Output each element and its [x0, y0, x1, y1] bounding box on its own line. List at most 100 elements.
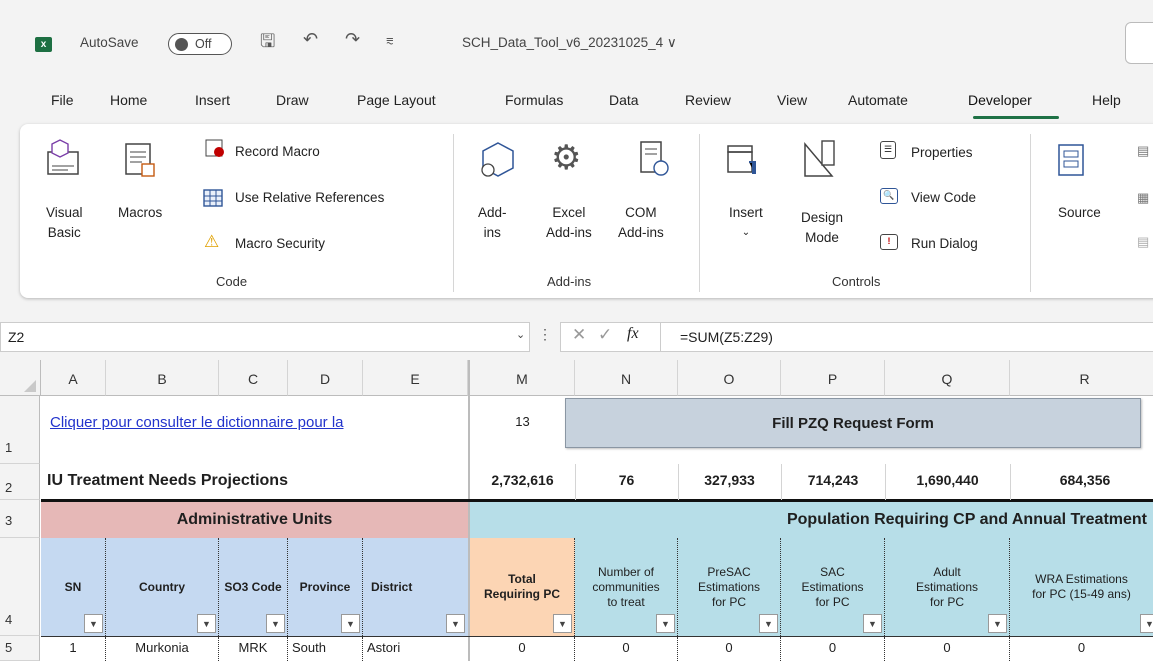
column-header-d[interactable]: D: [288, 360, 363, 396]
tab-view[interactable]: View: [777, 92, 807, 108]
total-q2[interactable]: 1,690,440: [885, 472, 1010, 488]
total-r2[interactable]: 684,356: [1010, 472, 1153, 488]
tab-developer[interactable]: Developer: [968, 92, 1032, 108]
filter-dropdown-d[interactable]: ▼: [341, 614, 360, 633]
map-properties-icon[interactable]: ▤: [1137, 143, 1149, 159]
file-name[interactable]: SCH_Data_Tool_v6_20231025_4 ∨: [462, 35, 677, 51]
cell-m5[interactable]: 0: [470, 637, 575, 661]
total-n2[interactable]: 76: [575, 472, 678, 488]
total-o2[interactable]: 327,933: [678, 472, 781, 488]
cell-m1[interactable]: 13: [470, 414, 575, 429]
expansion-packs-icon[interactable]: ▦: [1137, 190, 1149, 206]
filter-dropdown-b[interactable]: ▼: [197, 614, 216, 633]
row-header-2[interactable]: 2: [0, 464, 40, 500]
filter-dropdown-a[interactable]: ▼: [84, 614, 103, 633]
filter-dropdown-p[interactable]: ▼: [863, 614, 882, 633]
filter-dropdown-q[interactable]: ▼: [988, 614, 1007, 633]
filter-dropdown-e[interactable]: ▼: [446, 614, 465, 633]
relative-references-icon: [203, 189, 223, 207]
visual-basic-button[interactable]: Visual Basic: [46, 203, 83, 243]
tab-formulas[interactable]: Formulas: [505, 92, 563, 108]
com-add-ins-button[interactable]: COM Add-ins: [618, 203, 664, 243]
column-header-n[interactable]: N: [575, 360, 678, 396]
search-box[interactable]: [1125, 22, 1153, 64]
run-dialog-button[interactable]: Run Dialog: [911, 234, 978, 254]
com-add-ins-label-1: COM: [625, 205, 657, 220]
undo-icon[interactable]: ↶: [303, 29, 318, 50]
tab-data[interactable]: Data: [609, 92, 639, 108]
name-box[interactable]: [0, 322, 530, 352]
column-header-b[interactable]: B: [106, 360, 219, 396]
source-icon: [1058, 144, 1084, 176]
sheet-title: IU Treatment Needs Projections: [47, 472, 288, 489]
cell-a5[interactable]: 1: [41, 637, 106, 661]
cell-q5[interactable]: 0: [885, 637, 1010, 661]
filter-dropdown-n[interactable]: ▼: [656, 614, 675, 633]
macros-button[interactable]: Macros: [118, 203, 162, 223]
active-tab-indicator: [973, 116, 1059, 119]
design-mode-button[interactable]: Design Mode: [801, 208, 843, 248]
more-options-icon[interactable]: ⋮: [538, 326, 552, 343]
filter-dropdown-m[interactable]: ▼: [553, 614, 572, 633]
save-icon[interactable]: 🖫: [260, 29, 275, 59]
row-header-1[interactable]: 1: [0, 396, 40, 464]
formula-input[interactable]: =SUM(Z5:Z29): [680, 329, 773, 345]
filter-dropdown-c[interactable]: ▼: [266, 614, 285, 633]
tab-insert[interactable]: Insert: [195, 92, 230, 108]
column-header-q[interactable]: Q: [885, 360, 1010, 396]
tab-help[interactable]: Help: [1092, 92, 1121, 108]
column-header-p[interactable]: P: [781, 360, 885, 396]
insert-controls-button[interactable]: Insert ⌄: [729, 203, 763, 243]
row-header-5[interactable]: 5: [0, 636, 40, 661]
total-m2[interactable]: 2,732,616: [470, 472, 575, 488]
cell-c5[interactable]: MRK: [219, 637, 288, 661]
header-n-line1: Number of: [597, 564, 655, 579]
column-header-r[interactable]: R: [1010, 360, 1153, 396]
tab-review[interactable]: Review: [685, 92, 731, 108]
fill-pzq-request-form-button[interactable]: Fill PZQ Request Form: [565, 398, 1141, 448]
use-relative-references-button[interactable]: Use Relative References: [235, 188, 384, 208]
tab-automate[interactable]: Automate: [848, 92, 908, 108]
macros-icon: [125, 143, 155, 177]
tab-home[interactable]: Home: [110, 92, 147, 108]
tab-page-layout[interactable]: Page Layout: [357, 92, 436, 108]
view-code-button[interactable]: View Code: [911, 188, 976, 208]
customize-qat-icon[interactable]: ⩳: [386, 33, 394, 49]
filter-dropdown-o[interactable]: ▼: [759, 614, 778, 633]
add-ins-button[interactable]: Add-ins: [478, 203, 507, 243]
refresh-data-icon[interactable]: ▤: [1137, 234, 1149, 250]
source-button[interactable]: Source: [1058, 203, 1101, 223]
redo-icon[interactable]: ↷: [345, 29, 360, 50]
row-header-3[interactable]: 3: [0, 500, 40, 538]
cancel-icon[interactable]: ✕: [572, 325, 586, 345]
total-p2[interactable]: 714,243: [781, 472, 885, 488]
tab-file[interactable]: File: [51, 92, 74, 108]
name-box-dropdown-icon[interactable]: ⌄: [516, 328, 525, 341]
header-o-line2: Estimations: [697, 579, 761, 594]
cell-n5[interactable]: 0: [575, 637, 678, 661]
dictionary-link[interactable]: Cliquer pour consulter le dictionnaire p…: [50, 414, 468, 431]
excel-add-ins-button[interactable]: Excel Add-ins: [546, 203, 592, 243]
cell-b5[interactable]: Murkonia: [106, 637, 219, 661]
record-macro-button[interactable]: Record Macro: [235, 142, 320, 162]
macro-security-button[interactable]: Macro Security: [235, 234, 325, 254]
insert-controls-label: Insert: [729, 205, 763, 220]
filter-dropdown-r[interactable]: ▼: [1140, 614, 1153, 633]
cell-d5[interactable]: South: [288, 637, 363, 661]
insert-function-icon[interactable]: fx: [627, 325, 639, 343]
column-header-c[interactable]: C: [219, 360, 288, 396]
formula-bar[interactable]: [560, 322, 1153, 352]
autosave-toggle[interactable]: Off: [168, 33, 232, 55]
cell-p5[interactable]: 0: [781, 637, 885, 661]
column-header-m[interactable]: M: [468, 360, 575, 396]
cell-e5[interactable]: Astori: [363, 637, 468, 661]
cell-o5[interactable]: 0: [678, 637, 781, 661]
column-header-e[interactable]: E: [363, 360, 468, 396]
tab-draw[interactable]: Draw: [276, 92, 309, 108]
column-header-o[interactable]: O: [678, 360, 781, 396]
enter-icon[interactable]: ✓: [598, 325, 612, 345]
properties-button[interactable]: Properties: [911, 143, 973, 163]
row-header-4[interactable]: 4: [0, 538, 40, 636]
cell-r5[interactable]: 0: [1010, 637, 1153, 661]
column-header-a[interactable]: A: [41, 360, 106, 396]
